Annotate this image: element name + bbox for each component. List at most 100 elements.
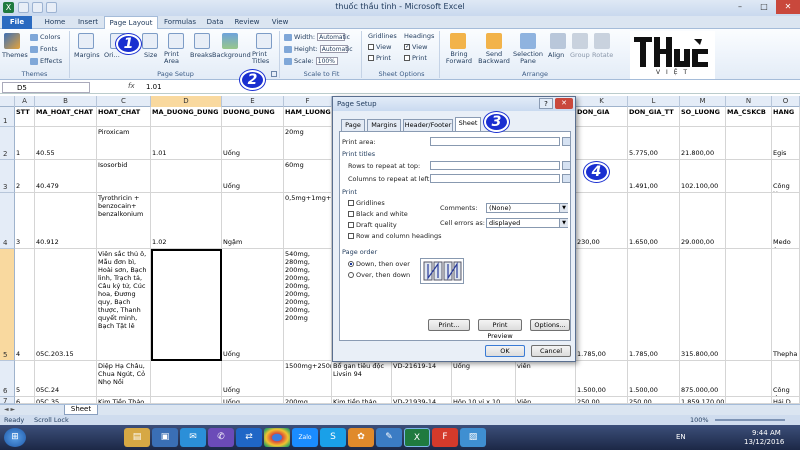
selection-pane-button[interactable]: Selection Pane (512, 51, 544, 65)
tab-review[interactable]: Review (230, 16, 264, 29)
sheet-tab[interactable]: Sheet (64, 405, 98, 415)
table-cell[interactable]: 4 (15, 249, 35, 361)
col-header-l[interactable]: L (628, 96, 680, 107)
table-cell[interactable]: STT (15, 107, 35, 127)
cell-errors-select[interactable]: displayed (486, 218, 568, 228)
unikey-icon[interactable]: ✿ (348, 428, 374, 447)
table-cell[interactable]: MA_HOAT_CHAT (35, 107, 97, 127)
table-cell[interactable]: 200mg (284, 397, 332, 404)
table-cell[interactable]: Isosorbid (97, 160, 151, 193)
table-cell[interactable]: 40.479 (35, 160, 97, 193)
table-cell[interactable]: MA_CSKCB (726, 107, 772, 127)
align-button[interactable]: Align (548, 51, 564, 59)
table-cell[interactable] (726, 249, 772, 361)
table-cell[interactable]: Hải D (772, 397, 800, 404)
col-header-o[interactable]: O (772, 96, 800, 107)
chrome-icon[interactable] (264, 428, 290, 447)
tab-home[interactable]: Home (38, 16, 72, 29)
print-titles-button[interactable]: Print Titles (252, 51, 276, 65)
collapse-cols-icon[interactable] (562, 174, 571, 183)
name-box[interactable]: D5 (2, 82, 90, 93)
table-cell[interactable]: 40.912 (35, 193, 97, 249)
tab-sheet[interactable]: Sheet (455, 117, 481, 131)
chat-icon[interactable]: ✉ (180, 428, 206, 447)
tab-data[interactable]: Data (202, 16, 228, 29)
table-cell[interactable]: Uống (222, 249, 284, 361)
table-cell[interactable]: Tyrothricin + benzocain+ benzalkonium (97, 193, 151, 249)
table-cell[interactable]: Uống (222, 361, 284, 397)
table-cell[interactable]: 230,00 (576, 193, 628, 249)
excel-taskbar-icon[interactable]: X (404, 428, 430, 447)
orientation-button[interactable]: Ori... (104, 51, 120, 59)
foxit-icon[interactable]: F (432, 428, 458, 447)
table-cell[interactable]: VD-21939-14 (392, 397, 452, 404)
start-icon[interactable]: ⊞ (4, 428, 26, 447)
sheet-nav-icon[interactable]: ◄ ► (4, 406, 15, 413)
options-button[interactable]: Options... (530, 319, 570, 331)
table-cell[interactable]: HAM_LUONG (284, 107, 332, 127)
headings-print-check[interactable]: Print (404, 54, 427, 62)
table-cell[interactable]: Diệp Hạ Châu, Chua Ngút, Cỏ Nhọ Nồi (97, 361, 151, 397)
dialog-close-button[interactable]: ✕ (555, 98, 573, 109)
dialog-help-button[interactable]: ? (539, 98, 553, 109)
height-select[interactable]: Automatic (319, 45, 353, 53)
scale-spinner[interactable]: 100% (315, 57, 338, 65)
table-cell[interactable]: Ngậm (222, 193, 284, 249)
table-cell[interactable] (576, 127, 628, 160)
table-cell[interactable]: 102.100,00 (680, 160, 726, 193)
row-header[interactable]: 6 (0, 361, 15, 397)
col-header-b[interactable]: B (35, 96, 97, 107)
tab-file[interactable]: File (2, 16, 32, 29)
table-cell[interactable]: 1500mg+250mg+250mg (284, 361, 332, 397)
desktop-icon[interactable]: ▣ (152, 428, 178, 447)
row-header[interactable]: 5 (0, 249, 15, 361)
language-indicator[interactable]: EN (676, 433, 686, 441)
table-cell[interactable] (151, 361, 222, 397)
table-cell[interactable]: 540mg, 280mg, 200mg, 200mg, 200mg, 200mg… (284, 249, 332, 361)
group-button[interactable]: Group (570, 51, 590, 59)
page-setup-launcher-icon[interactable] (271, 71, 277, 77)
gridlines-view-check[interactable]: View (368, 43, 391, 51)
themes-icon[interactable] (4, 33, 20, 49)
col-header-c[interactable]: C (97, 96, 151, 107)
col-header-a[interactable]: A (15, 96, 35, 107)
table-cell[interactable]: Công dược Tây (772, 361, 800, 397)
collapse-print-area-icon[interactable] (562, 137, 571, 146)
active-cell[interactable] (151, 249, 222, 361)
table-cell[interactable] (726, 127, 772, 160)
table-cell[interactable]: DUONG_DUNG (222, 107, 284, 127)
size-button[interactable]: Size (144, 51, 157, 59)
headings-view-check[interactable]: View (404, 43, 427, 51)
fonts-button[interactable]: Fonts (30, 45, 58, 53)
image-viewer-icon[interactable]: ▨ (460, 428, 486, 447)
table-cell[interactable]: Uống (452, 361, 516, 397)
row-header[interactable]: 7 (0, 397, 15, 405)
table-cell[interactable]: 1.491,00 (628, 160, 680, 193)
margins-button[interactable]: Margins (74, 51, 100, 59)
table-cell[interactable]: SO_LUONG (680, 107, 726, 127)
tab-insert[interactable]: Insert (72, 16, 104, 29)
table-cell[interactable]: 5.775,00 (628, 127, 680, 160)
table-cell[interactable]: Bổ gan tiêu độc Livsin 94 (332, 361, 392, 397)
table-cell[interactable]: 1 (15, 127, 35, 160)
print-preview-button[interactable]: Print Preview (478, 319, 522, 340)
row-header[interactable]: 4 (0, 193, 15, 249)
files-icon[interactable]: ▤ (124, 428, 150, 447)
table-cell[interactable]: 3 (15, 193, 35, 249)
table-cell[interactable] (151, 397, 222, 404)
table-cell[interactable]: HANG (772, 107, 800, 127)
table-cell[interactable]: 315.800,00 (680, 249, 726, 361)
paint-icon[interactable]: ✎ (376, 428, 402, 447)
teamviewer-icon[interactable]: ⇄ (236, 428, 262, 447)
viber-icon[interactable]: ✆ (208, 428, 234, 447)
tab-formulas[interactable]: Formulas (160, 16, 200, 29)
themes-button[interactable]: Themes (2, 51, 28, 59)
table-cell[interactable]: 250,00 (628, 397, 680, 404)
table-cell[interactable]: Kim tiền thảo (332, 397, 392, 404)
minimize-button[interactable]: – (728, 0, 752, 14)
table-cell[interactable]: Công Hasan Dern (772, 160, 800, 193)
table-cell[interactable]: Viên (516, 397, 576, 404)
colors-button[interactable]: Colors (30, 33, 60, 41)
gridlines-print-check[interactable]: Print (368, 54, 391, 62)
clock-time[interactable]: 9:44 AM (752, 429, 781, 437)
